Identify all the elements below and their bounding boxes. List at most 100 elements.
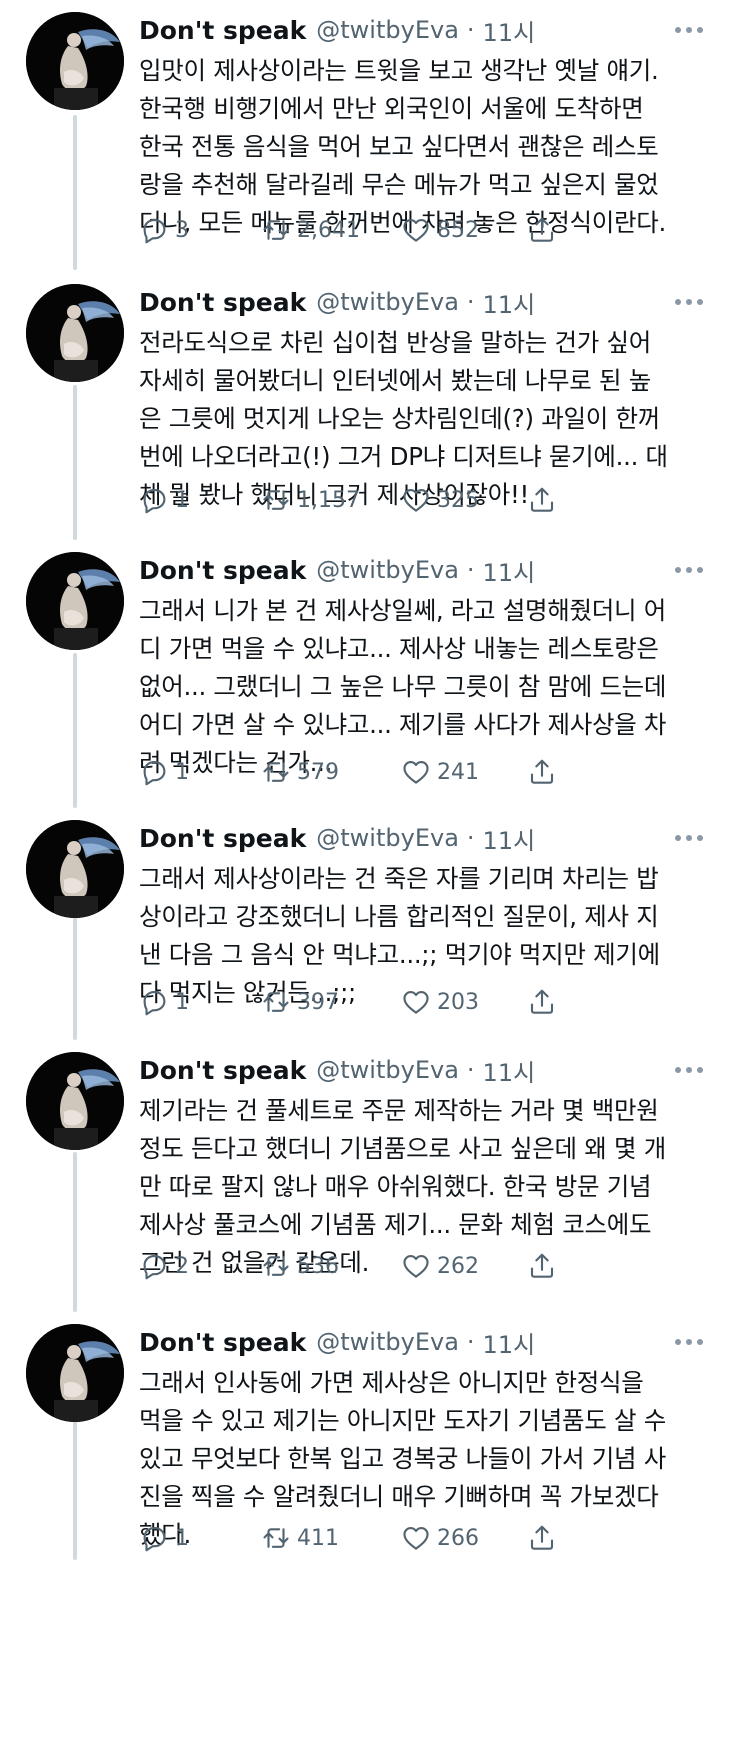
like-button[interactable]: 266 [401,1518,479,1558]
tweet-header: Don't speak @twitbyEva · 11시 [139,284,709,320]
separator-dot: · [466,824,475,852]
tweet-text-line: 제사상 풀코스에 기념품 제기... 문화 체험 코스에도 [139,1210,652,1239]
tweet[interactable]: Don't speak @twitbyEva · 11시 전라도식으로 차린 십… [0,272,731,540]
thread-connector-line [73,653,77,808]
display-name[interactable]: Don't speak [139,1056,306,1085]
retweet-button[interactable]: 579 [261,752,339,792]
retweet-button[interactable]: 2,641 [261,210,360,250]
tweet-text-line: 없어... 그랬더니 그 높은 나무 그릇이 참 맘에 드는데 [139,672,667,701]
more-dot [675,567,681,573]
like-button[interactable]: 203 [401,982,479,1022]
user-handle[interactable]: @twitbyEva [316,824,459,852]
display-name[interactable]: Don't speak [139,824,306,853]
heart-icon [403,488,429,512]
more-dot [675,1067,681,1073]
thread-connector-line [73,1420,77,1560]
reply-button[interactable]: 3 [139,210,189,250]
more-dot [686,567,692,573]
more-dot [686,299,692,305]
more-dot [697,835,703,841]
heart-icon [403,990,429,1014]
share-button[interactable] [527,480,557,520]
more-icon[interactable] [675,12,703,48]
display-name[interactable]: Don't speak [139,1328,306,1357]
display-name[interactable]: Don't speak [139,556,306,585]
tweet[interactable]: Don't speak @twitbyEva · 11시 그래서 인사동에 가면… [0,1312,731,1560]
avatar[interactable] [26,1052,124,1150]
timestamp[interactable]: 11시 [483,1325,536,1360]
reply-button[interactable]: 1 [139,752,189,792]
tweet[interactable]: Don't speak @twitbyEva · 11시 그래서 제사상이라는 … [0,808,731,1040]
user-handle[interactable]: @twitbyEva [316,556,459,584]
action-bar: 1 397 203 [139,982,709,1022]
user-handle[interactable]: @twitbyEva [316,16,459,44]
tweet[interactable]: Don't speak @twitbyEva · 11시 제기라는 건 풀세트로… [0,1040,731,1312]
tweet[interactable]: Don't speak @twitbyEva · 11시 입맛이 제사상이라는 … [0,0,731,270]
avatar-figure-icon [26,820,124,918]
retweet-button[interactable]: 411 [261,1518,339,1558]
tweet[interactable]: Don't speak @twitbyEva · 11시 그래서 니가 본 건 … [0,540,731,808]
avatar[interactable] [26,552,124,650]
more-dot [686,1339,692,1345]
avatar[interactable] [26,284,124,382]
retweet-button[interactable]: 397 [261,982,339,1022]
display-name[interactable]: Don't speak [139,16,306,45]
more-icon[interactable] [675,1052,703,1088]
like-button[interactable]: 241 [401,752,479,792]
separator-dot: · [466,16,475,44]
timestamp[interactable]: 11시 [483,553,536,588]
timestamp[interactable]: 11시 [483,13,536,48]
tweet-text-line: 디 가면 먹을 수 있냐고... 제사상 내놓는 레스토랑은 [139,634,659,663]
avatar[interactable] [26,1324,124,1422]
user-handle[interactable]: @twitbyEva [316,1056,459,1084]
more-icon[interactable] [675,284,703,320]
thread-connector-line [73,385,77,540]
retweet-icon [263,1528,289,1548]
share-button[interactable] [527,210,557,250]
retweet-button[interactable]: 536 [261,1246,339,1286]
more-icon[interactable] [675,552,703,588]
tweet-header: Don't speak @twitbyEva · 11시 [139,12,709,48]
share-button[interactable] [527,1518,557,1558]
separator-dot: · [466,556,475,584]
tweet-text-line: 낸 다음 그 음식 안 먹냐고...;; 먹기야 먹지만 제기에 [139,940,660,969]
share-button[interactable] [527,982,557,1022]
reply-icon [143,1526,166,1552]
like-button[interactable]: 852 [401,210,479,250]
tweet-text-line: 그래서 니가 본 건 제사상일쎄, 라고 설명해줬더니 어 [139,596,666,625]
retweet-button[interactable]: 1,157 [261,480,360,520]
like-count: 241 [437,759,479,785]
avatar-figure-icon [26,1052,124,1150]
avatar[interactable] [26,820,124,918]
avatar[interactable] [26,12,124,110]
timestamp[interactable]: 11시 [483,1053,536,1088]
tweet-text-line: 그래서 제사상이라는 건 죽은 자를 기리며 차리는 밥 [139,864,659,893]
like-count: 852 [437,217,479,243]
action-bar: 1 579 241 [139,752,709,792]
reply-button[interactable]: 2 [139,1246,189,1286]
display-name[interactable]: Don't speak [139,288,306,317]
retweet-count: 1,157 [297,487,360,513]
reply-button[interactable]: 1 [139,982,189,1022]
tweet-text-line: 어디 가면 살 수 있냐고... 제기를 사다가 제사상을 차 [139,710,667,739]
user-handle[interactable]: @twitbyEva [316,1328,459,1356]
share-icon [530,487,554,512]
like-button[interactable]: 262 [401,1246,479,1286]
share-button[interactable] [527,1246,557,1286]
action-bar: 1 1,157 325 [139,480,709,520]
tweet-text-line: 자세히 물어봤더니 인터넷에서 봤는데 나무로 된 높 [139,366,651,395]
reply-button[interactable]: 1 [139,480,189,520]
tweet-text-line: 제기라는 건 풀세트로 주문 제작하는 거라 몇 백만원 [139,1096,659,1125]
more-icon[interactable] [675,1324,703,1360]
share-button[interactable] [527,752,557,792]
timestamp[interactable]: 11시 [483,285,536,320]
action-bar: 1 411 266 [139,1518,709,1558]
user-handle[interactable]: @twitbyEva [316,288,459,316]
timestamp[interactable]: 11시 [483,821,536,856]
reply-button[interactable]: 1 [139,1518,189,1558]
more-dot [686,27,692,33]
retweet-icon [263,762,289,782]
share-icon [530,217,554,242]
like-button[interactable]: 325 [401,480,479,520]
more-icon[interactable] [675,820,703,856]
